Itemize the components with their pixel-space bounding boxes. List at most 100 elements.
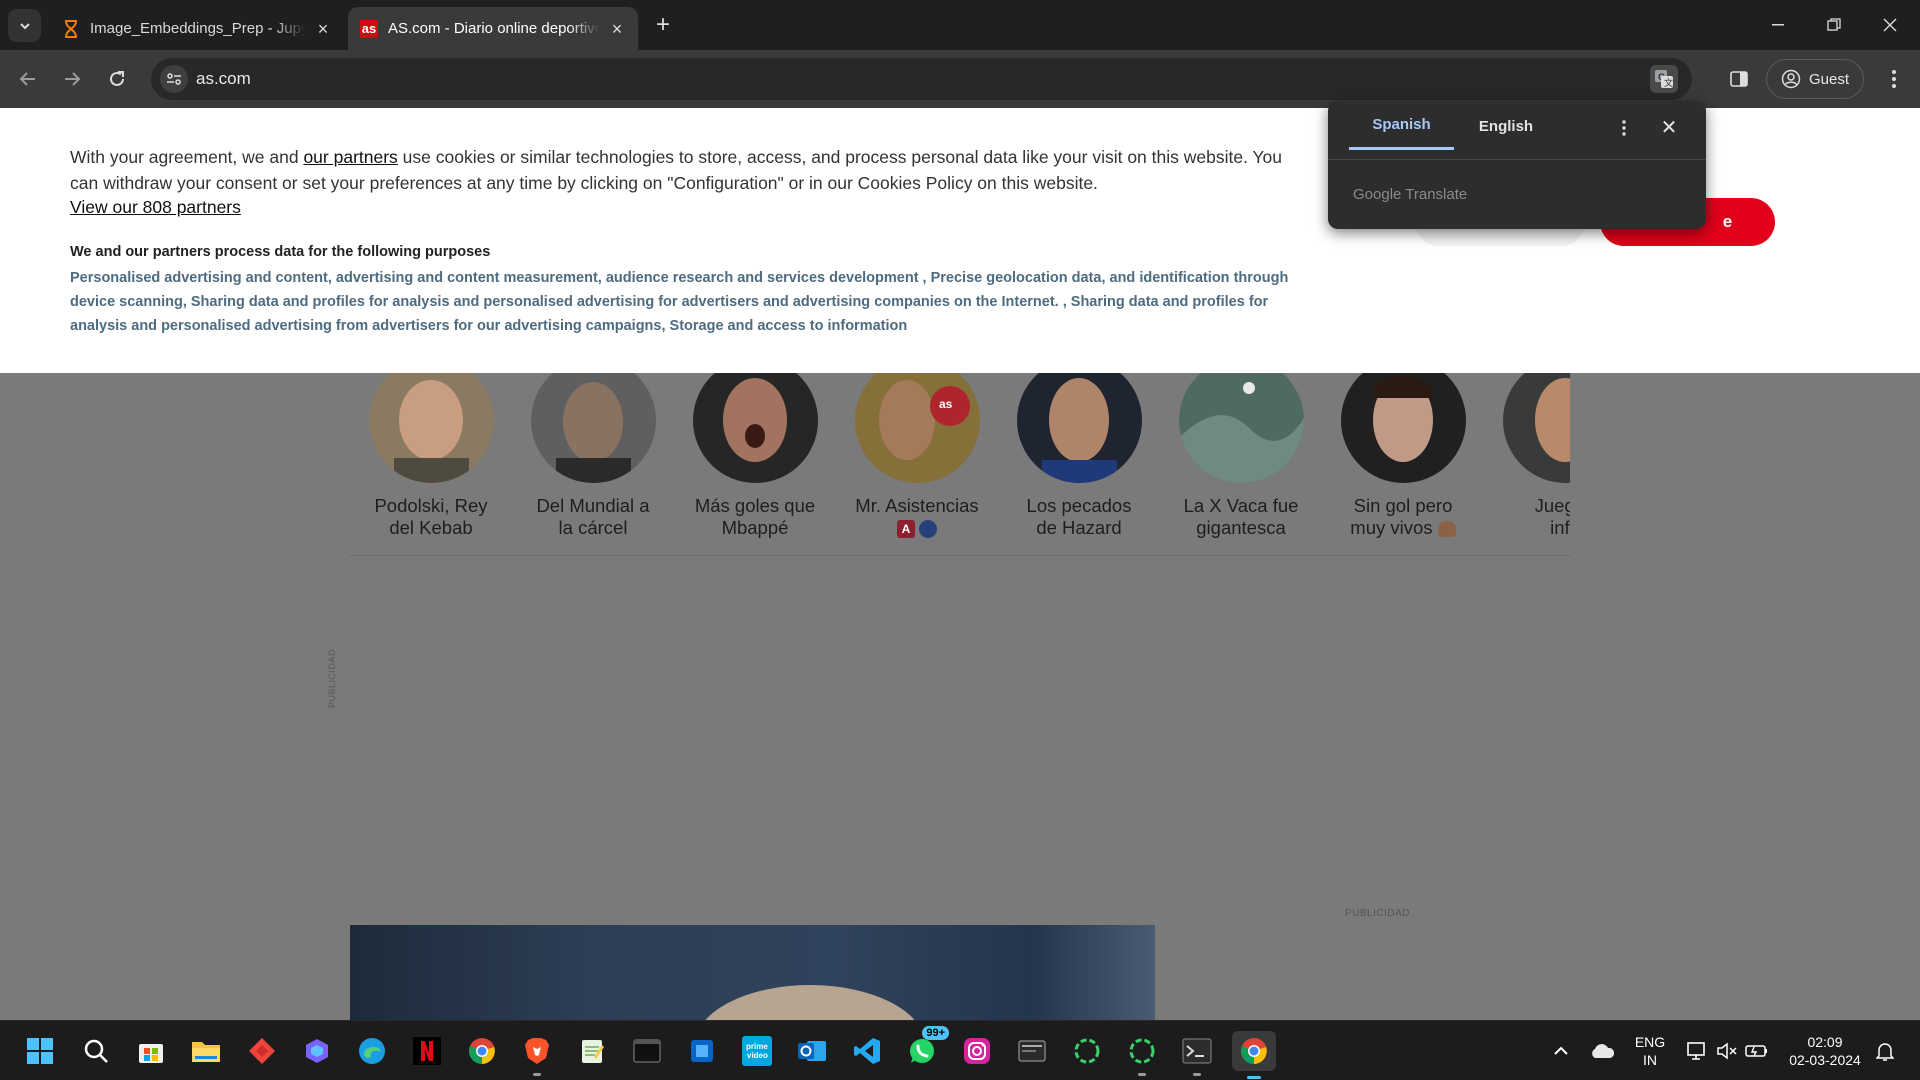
notification-badge: 99+	[922, 1026, 949, 1040]
profile-label: Guest	[1809, 70, 1850, 88]
ad-label-right: PUBLICIDAD	[1345, 908, 1411, 919]
svg-text:prime: prime	[746, 1042, 768, 1051]
chrome-icon[interactable]	[465, 1034, 499, 1068]
onedrive-cloud-icon[interactable]	[1585, 1034, 1619, 1068]
view-partners-link[interactable]: View our 808 partners	[70, 197, 241, 218]
translate-popup: Spanish English ✕ Google Translate	[1328, 101, 1706, 229]
reload-icon[interactable]	[102, 64, 132, 94]
chevron-down-icon	[19, 22, 30, 29]
netflix-icon[interactable]	[410, 1034, 444, 1068]
notepad-icon[interactable]	[575, 1034, 609, 1068]
purposes-list: Personalised advertising and content, ad…	[70, 270, 1289, 334]
story-item[interactable]: Sin gol pero muy vivos	[1322, 373, 1484, 539]
copilot-icon[interactable]	[300, 1034, 334, 1068]
close-tab-icon[interactable]: ×	[314, 20, 332, 38]
notification-bell-icon[interactable]	[1870, 1034, 1900, 1068]
prime-video-icon[interactable]: prime video	[740, 1034, 774, 1068]
tab-bar: Image_Embeddings_Prep - Jupyter × as AS.…	[0, 0, 1920, 50]
story-avatar	[530, 373, 656, 483]
network-icon[interactable]	[1683, 1034, 1711, 1068]
language-indicator[interactable]: ENG IN	[1628, 1033, 1672, 1069]
google-translate-label: Google Translate	[1353, 186, 1468, 203]
story-item[interactable]: Del Mundial a la cárcel	[512, 373, 674, 539]
new-tab-plus-icon[interactable]: +	[650, 12, 676, 38]
story-avatar	[1340, 373, 1466, 483]
chevron-up-icon[interactable]	[1546, 1034, 1576, 1068]
app-window-icon[interactable]	[1015, 1034, 1049, 1068]
back-icon[interactable]	[13, 64, 43, 94]
story-avatar	[692, 373, 818, 483]
story-item[interactable]: Podolski, Rey del Kebab	[350, 373, 512, 539]
more-vert-icon[interactable]	[1880, 64, 1908, 94]
whatsapp-icon[interactable]: 99+	[905, 1026, 949, 1068]
flexed-biceps-icon	[1437, 521, 1456, 538]
battery-icon[interactable]	[1743, 1034, 1771, 1068]
purposes-heading: We and our partners process data for the…	[70, 244, 491, 260]
story-item[interactable]: as Mr. Asistencias A	[836, 373, 998, 539]
svg-text:文: 文	[1664, 77, 1673, 88]
tab-as-com[interactable]: as AS.com - Diario online deportivo ×	[348, 7, 638, 50]
web-page: With your agreement, we and our partners…	[0, 108, 1920, 1020]
story-avatar	[368, 373, 494, 483]
as-favicon-icon: as	[360, 19, 378, 38]
outlook-icon[interactable]	[795, 1034, 829, 1068]
url-text: as.com	[196, 69, 251, 88]
consent-text: With your agreement, we and our partners…	[70, 147, 1283, 193]
profile-button[interactable]: Guest	[1766, 59, 1864, 99]
ad-label-vertical: PUBLICIDAD	[327, 648, 337, 708]
vscode-icon[interactable]	[850, 1034, 884, 1068]
svg-text:as: as	[939, 397, 953, 411]
stories-carousel: Podolski, Rey del Kebab Del Mundial a la c…	[350, 373, 1570, 556]
taskbar: prime video 99+ ENG IN 02:09 02-03-2024	[0, 1020, 1920, 1080]
edge-icon[interactable]	[355, 1034, 389, 1068]
hourglass-icon	[62, 19, 80, 38]
browser-toolbar: as.com G文 Guest	[0, 50, 1920, 108]
close-icon[interactable]: ✕	[1656, 115, 1682, 141]
story-item[interactable]: Jueganinfa	[1484, 373, 1570, 539]
soccer-ball-icon	[919, 520, 937, 539]
close-tab-icon[interactable]: ×	[608, 20, 626, 38]
our-partners-link[interactable]: our partners	[303, 147, 397, 167]
story-avatar	[1178, 373, 1304, 483]
story-item[interactable]: La X Vaca fue gigantesca	[1160, 373, 1322, 539]
close-window-icon[interactable]	[1862, 0, 1918, 50]
tab-english[interactable]: English	[1454, 101, 1558, 151]
loading-circle-icon[interactable]	[1070, 1034, 1104, 1068]
story-item[interactable]: Los pecados de Hazard	[998, 373, 1160, 539]
story-avatar: as	[854, 373, 980, 483]
brave-icon[interactable]	[520, 1034, 554, 1076]
tab-spanish[interactable]: Spanish	[1349, 101, 1454, 150]
translate-icon[interactable]: G文	[1650, 65, 1678, 93]
translate-options-icon[interactable]	[1612, 116, 1636, 140]
biwenger-badge-icon: A	[897, 520, 915, 539]
terminal-dark-icon[interactable]	[630, 1034, 664, 1068]
minimize-icon[interactable]	[1750, 0, 1806, 50]
store-blue-icon[interactable]	[685, 1034, 719, 1068]
forward-icon[interactable]	[57, 64, 87, 94]
search-icon[interactable]	[79, 1034, 113, 1068]
tab-title: Image_Embeddings_Prep - Jupyter	[90, 20, 306, 37]
terminal-icon[interactable]	[1180, 1034, 1214, 1076]
article-hero-image[interactable]	[350, 925, 1155, 1020]
side-panel-icon[interactable]	[1725, 65, 1753, 93]
instagram-icon[interactable]	[960, 1034, 994, 1068]
profile-icon	[1781, 69, 1801, 89]
clock[interactable]: 02:09 02-03-2024	[1780, 1033, 1870, 1069]
address-bar[interactable]: as.com G文	[151, 58, 1692, 100]
anydesk-icon[interactable]	[245, 1034, 279, 1068]
story-avatar	[1502, 373, 1570, 483]
microsoft-store-icon[interactable]	[134, 1034, 168, 1068]
file-explorer-icon[interactable]	[189, 1034, 223, 1068]
tab-jupyter[interactable]: Image_Embeddings_Prep - Jupyter ×	[50, 7, 344, 50]
tab-search-button[interactable]	[8, 9, 41, 42]
svg-text:video: video	[747, 1051, 768, 1060]
tab-title: AS.com - Diario online deportivo	[388, 20, 600, 37]
windows-start-icon[interactable]	[23, 1034, 57, 1068]
loading-circle-icon[interactable]	[1125, 1034, 1159, 1076]
chrome-active-icon[interactable]	[1232, 1031, 1276, 1079]
site-settings-icon[interactable]	[160, 65, 188, 93]
volume-muted-icon[interactable]	[1713, 1034, 1741, 1068]
story-item[interactable]: Más goles que Mbappé	[674, 373, 836, 539]
restore-icon[interactable]	[1806, 0, 1862, 50]
story-avatar	[1016, 373, 1142, 483]
